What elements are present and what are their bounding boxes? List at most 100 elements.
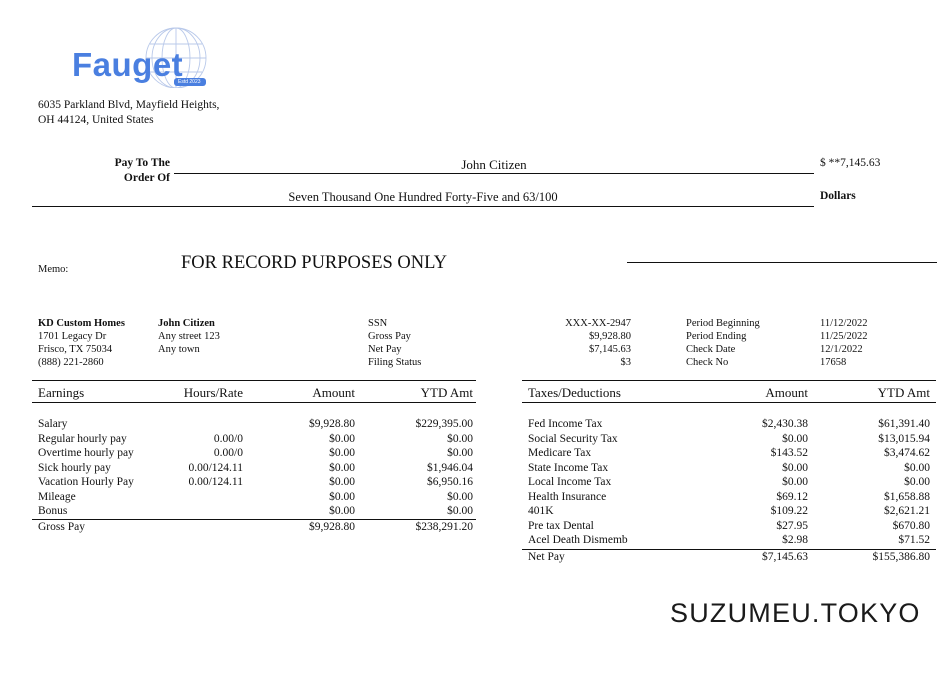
net-pay-total-label: Net Pay [528, 551, 565, 563]
logo-wordmark: Fauget [72, 46, 184, 83]
dollars-label: Dollars [820, 190, 856, 202]
period-beginning-value: 11/12/2022 [820, 318, 868, 329]
hours-rate-col: Hours/Rate [183, 385, 243, 400]
earnings-row-amount: $0.00 [329, 476, 355, 488]
tax-row: Pre tax Dental $27.95 $670.80 [522, 520, 936, 535]
memo-label: Memo: [38, 264, 69, 275]
summary-labels: SSN Gross Pay Net Pay Filing Status [368, 317, 421, 369]
earnings-row: Sick hourly pay 0.00/124.11 $0.00 $1,946.04 [32, 462, 476, 477]
tax-row-label: Medicare Tax [528, 447, 592, 459]
tax-row-ytd: $71.52 [898, 534, 930, 546]
tax-row-amount: $0.00 [782, 461, 808, 474]
tax-amount-col: Amount [765, 385, 808, 400]
tax-row-label: Health Insurance [528, 490, 607, 503]
tax-row-amount: $109.22 [770, 505, 808, 517]
earnings-row-ytd: $0.00 [447, 432, 473, 445]
amount-in-words: Seven Thousand One Hundred Forty-Five an… [288, 190, 558, 204]
tax-row-ytd: $13,015.94 [878, 432, 930, 445]
gross-pay-total-ytd: $238,291.20 [415, 521, 474, 533]
earnings-row-rate: 0.00/0 [213, 432, 243, 445]
employer-street: 1701 Legacy Dr [38, 331, 107, 342]
watermark-text: SUZUMEU.TOKYO [670, 598, 921, 628]
tax-row-label: Social Security Tax [528, 432, 618, 445]
earnings-row-label: Sick hourly pay [38, 461, 111, 474]
tax-row: Social Security Tax $0.00 $13,015.94 [522, 433, 936, 448]
order-of-label: Order Of [123, 172, 170, 184]
earnings-row-label: Salary [38, 418, 68, 430]
tax-row-ytd: $670.80 [892, 519, 930, 532]
tax-row-amount: $2.98 [782, 534, 808, 546]
check-date-label: Check Date [686, 344, 736, 355]
period-values: 11/12/2022 11/25/2022 12/1/2022 17658 [820, 317, 867, 369]
earnings-row: Regular hourly pay 0.00/0 $0.00 $0.00 [32, 433, 476, 448]
logo-estd: Estd 2023 [178, 79, 201, 85]
check-amount: $ **7,145.63 [820, 157, 881, 169]
tax-row-label: Fed Income Tax [528, 418, 603, 430]
tax-row: Medicare Tax $143.52 $3,474.62 [522, 447, 936, 462]
employer-info: KD Custom Homes 1701 Legacy Dr Frisco, T… [38, 317, 125, 369]
amount-col: Amount [312, 385, 355, 400]
taxes-col-label: Taxes/Deductions [528, 385, 621, 400]
earnings-top-rule [32, 380, 476, 381]
check-no-value: 17658 [820, 357, 847, 368]
earnings-row-ytd: $0.00 [447, 447, 473, 459]
filing-status-label: Filing Status [368, 357, 422, 368]
tax-row-ytd: $3,474.62 [884, 447, 930, 459]
gross-pay-row: Gross Pay $9,928.80 $238,291.20 [32, 521, 476, 536]
earnings-row-label: Regular hourly pay [38, 432, 127, 445]
employee-city: Any town [158, 344, 200, 355]
earnings-row-rate: 0.00/124.11 [188, 461, 243, 474]
earnings-row-ytd: $229,395.00 [415, 418, 474, 430]
taxes-header: Taxes/Deductions Amount YTD Amt [522, 385, 936, 400]
tax-row-label: Pre tax Dental [528, 519, 594, 532]
ssn-value: XXX-XX-2947 [565, 318, 631, 329]
gross-pay-total-label: Gross Pay [38, 521, 85, 533]
earnings-row-ytd: $1,946.04 [427, 461, 473, 474]
tax-ytd-col: YTD Amt [877, 385, 930, 400]
net-pay-total-amount: $7,145.63 [762, 551, 808, 563]
gross-pay-total-amount: $9,928.80 [309, 521, 355, 533]
signature-line [627, 262, 937, 263]
tax-row-amount: $143.52 [770, 447, 808, 459]
earnings-row-amount: $0.00 [329, 447, 355, 459]
tax-row: Fed Income Tax $2,430.38 $61,391.40 [522, 418, 936, 433]
earnings-row-rate: 0.00/124.11 [188, 476, 243, 488]
earnings-row: Mileage $0.00 $0.00 [32, 491, 476, 506]
employer-city: Frisco, TX 75034 [38, 344, 113, 355]
taxes-top-rule [522, 380, 936, 381]
employee-street: Any street 123 [158, 331, 220, 342]
tax-row-ytd: $0.00 [904, 476, 930, 488]
tax-row-label: 401K [528, 505, 554, 517]
payee-line [174, 173, 814, 174]
earnings-row: Vacation Hourly Pay 0.00/124.11 $0.00 $6,95… [32, 476, 476, 491]
earnings-row-label: Vacation Hourly Pay [38, 476, 134, 488]
earnings-total-rule [32, 518, 476, 520]
tax-row-amount: $0.00 [782, 432, 808, 445]
tax-row-label: Local Income Tax [528, 476, 612, 488]
earnings-row-amount: $0.00 [329, 461, 355, 474]
check-no-label: Check No [686, 357, 729, 368]
earnings-row-amount: $0.00 [329, 505, 355, 517]
ssn-label: SSN [368, 318, 388, 329]
taxes-total-rule [522, 548, 936, 550]
amount-words-line [32, 206, 814, 207]
earnings-header: Earnings Hours/Rate Amount YTD Amt [32, 385, 476, 400]
earnings-row-ytd: $6,950.16 [427, 476, 473, 488]
earnings-row-label: Mileage [38, 490, 76, 503]
net-pay-label: Net Pay [368, 344, 402, 355]
earnings-row: Overtime hourly pay 0.00/0 $0.00 $0.00 [32, 447, 476, 462]
tax-row: State Income Tax $0.00 $0.00 [522, 462, 936, 477]
earnings-row-ytd: $0.00 [447, 490, 473, 503]
tax-row-amount: $0.00 [782, 476, 808, 488]
tax-row-ytd: $2,621.21 [884, 505, 930, 517]
net-pay-value: $7,145.63 [589, 344, 631, 355]
earnings-row: Salary $9,928.80 $229,395.00 [32, 418, 476, 433]
company-logo: Fauget Estd 2023 [70, 22, 220, 88]
taxes-table: Taxes/Deductions Amount YTD Amt Fed Inco… [522, 380, 936, 570]
period-labels: Period Beginning Period Ending Check Dat… [686, 317, 760, 369]
tax-row-ytd: $1,658.88 [884, 490, 930, 503]
earnings-row-label: Overtime hourly pay [38, 447, 134, 459]
period-ending-value: 11/25/2022 [820, 331, 868, 342]
earnings-table: Earnings Hours/Rate Amount YTD Amt Salar… [32, 380, 476, 540]
employee-info: John Citizen Any street 123 Any town [158, 317, 220, 356]
